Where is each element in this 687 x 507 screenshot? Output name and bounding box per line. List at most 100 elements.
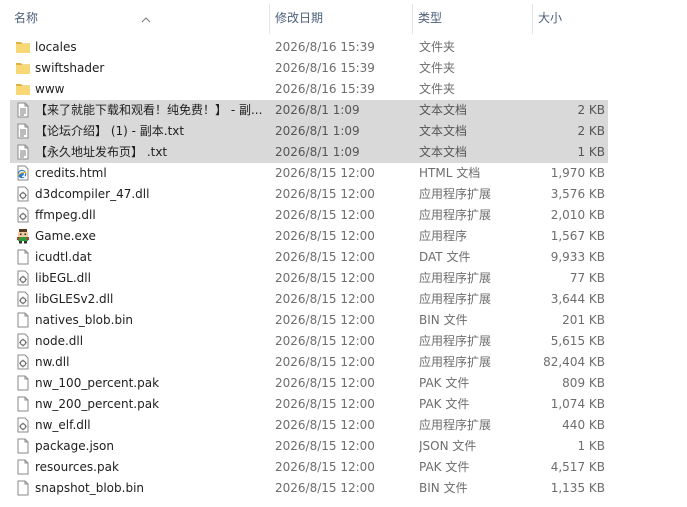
text-file-icon xyxy=(15,102,31,118)
file-date-modified: 2026/8/16 15:39 xyxy=(275,82,375,96)
file-row[interactable]: d3dcompiler_47.dll 2026/8/15 12:00 应用程序扩展 3… xyxy=(10,184,608,205)
file-name: libEGL.dll xyxy=(35,271,91,285)
game-exe-icon xyxy=(15,228,31,244)
file-name: nw.dll xyxy=(35,355,70,369)
file-row[interactable]: node.dll 2026/8/15 12:00 应用程序扩展 5,615 KB xyxy=(10,331,608,352)
file-row[interactable]: Game.exe 2026/8/15 12:00 应用程序 1,567 KB xyxy=(10,226,608,247)
file-name: 【来了就能下载和观看！纯免费！】 - 副... xyxy=(35,103,263,117)
file-name: nw_elf.dll xyxy=(35,418,91,432)
file-name: icudtl.dat xyxy=(35,250,92,264)
file-name: node.dll xyxy=(35,334,84,348)
blank-file-icon xyxy=(15,249,31,265)
file-date-modified: 2026/8/1 1:09 xyxy=(275,124,360,138)
file-row[interactable]: nw.dll 2026/8/15 12:00 应用程序扩展 82,404 KB xyxy=(10,352,608,373)
file-row[interactable]: 【论坛介绍】 (1) - 副本.txt 2026/8/1 1:09 文本文档 2 KB xyxy=(10,121,608,142)
file-size: 440 KB xyxy=(562,418,605,432)
file-name: package.json xyxy=(35,439,115,453)
file-size: 77 KB xyxy=(569,271,605,285)
dll-file-icon xyxy=(15,417,31,433)
file-date-modified: 2026/8/15 12:00 xyxy=(275,208,375,222)
file-name: Game.exe xyxy=(35,229,96,243)
file-date-modified: 2026/8/16 15:39 xyxy=(275,61,375,75)
folder-icon xyxy=(15,81,31,97)
file-date-modified: 2026/8/1 1:09 xyxy=(275,145,360,159)
file-row[interactable]: package.json 2026/8/15 12:00 JSON 文件 1 KB xyxy=(10,436,608,457)
file-size: 1,567 KB xyxy=(550,229,605,243)
file-name: www xyxy=(35,82,65,96)
file-size: 1,970 KB xyxy=(550,166,605,180)
dll-file-icon xyxy=(15,186,31,202)
file-date-modified: 2026/8/15 12:00 xyxy=(275,460,375,474)
file-name: credits.html xyxy=(35,166,107,180)
column-header-date[interactable]: 修改日期 xyxy=(269,0,412,34)
file-name: 【论坛介绍】 (1) - 副本.txt xyxy=(35,124,185,138)
file-row[interactable]: snapshot_blob.bin 2026/8/15 12:00 BIN 文件 1,… xyxy=(10,478,608,499)
column-header-type-label: 类型 xyxy=(418,11,443,25)
file-date-modified: 2026/8/15 12:00 xyxy=(275,187,375,201)
file-date-modified: 2026/8/15 12:00 xyxy=(275,376,375,390)
file-size: 5,615 KB xyxy=(550,334,605,348)
file-size: 4,517 KB xyxy=(550,460,605,474)
file-size: 2 KB xyxy=(577,124,605,138)
file-size: 9,933 KB xyxy=(550,250,605,264)
column-header-type[interactable]: 类型 xyxy=(412,0,532,34)
file-row[interactable]: libGLESv2.dll 2026/8/15 12:00 应用程序扩展 3,644 … xyxy=(10,289,608,310)
file-name: nw_100_percent.pak xyxy=(35,376,160,390)
file-name: 【永久地址发布页】 .txt xyxy=(35,145,168,159)
blank-file-icon xyxy=(15,480,31,496)
file-size: 809 KB xyxy=(562,376,605,390)
file-date-modified: 2026/8/15 12:00 xyxy=(275,292,375,306)
blank-file-icon xyxy=(15,438,31,454)
file-name: natives_blob.bin xyxy=(35,313,134,327)
file-size: 1,074 KB xyxy=(550,397,605,411)
column-header-date-label: 修改日期 xyxy=(275,11,324,25)
sort-ascending-icon xyxy=(141,2,151,23)
file-row[interactable]: resources.pak 2026/8/15 12:00 PAK 文件 4,517 … xyxy=(10,457,608,478)
column-header-size-label: 大小 xyxy=(538,11,563,25)
file-row[interactable]: nw_elf.dll 2026/8/15 12:00 应用程序扩展 440 KB xyxy=(10,415,608,436)
file-size: 2 KB xyxy=(577,103,605,117)
file-date-modified: 2026/8/15 12:00 xyxy=(275,334,375,348)
file-size: 1,135 KB xyxy=(550,481,605,495)
file-date-modified: 2026/8/15 12:00 xyxy=(275,418,375,432)
file-size: 82,404 KB xyxy=(543,355,605,369)
file-size: 3,644 KB xyxy=(550,292,605,306)
dll-file-icon xyxy=(15,354,31,370)
text-file-icon xyxy=(15,123,31,139)
blank-file-icon xyxy=(15,312,31,328)
file-row[interactable]: nw_100_percent.pak 2026/8/15 12:00 PAK 文件 8… xyxy=(10,373,608,394)
dll-file-icon xyxy=(15,270,31,286)
file-size: 2,010 KB xyxy=(550,208,605,222)
file-row[interactable]: icudtl.dat 2026/8/15 12:00 DAT 文件 9,933 KB xyxy=(10,247,608,268)
file-date-modified: 2026/8/15 12:00 xyxy=(275,439,375,453)
file-size xyxy=(510,79,605,100)
file-row[interactable]: locales 2026/8/16 15:39 文件夹 xyxy=(10,37,608,58)
file-row[interactable]: 【永久地址发布页】 .txt 2026/8/1 1:09 文本文档 1 KB xyxy=(10,142,608,163)
file-row[interactable]: 【来了就能下载和观看！纯免费！】 - 副... 2026/8/1 1:09 文本文档… xyxy=(10,100,608,121)
column-header-size[interactable]: 大小 xyxy=(532,0,612,34)
column-header-name[interactable]: 名称 xyxy=(8,0,268,34)
file-row[interactable]: credits.html 2026/8/15 12:00 HTML 文档 1,970 … xyxy=(10,163,608,184)
file-date-modified: 2026/8/16 15:39 xyxy=(275,40,375,54)
file-name: snapshot_blob.bin xyxy=(35,481,145,495)
empty-right-area xyxy=(612,0,687,507)
file-date-modified: 2026/8/15 12:00 xyxy=(275,229,375,243)
file-date-modified: 2026/8/15 12:00 xyxy=(275,481,375,495)
file-row[interactable]: libEGL.dll 2026/8/15 12:00 应用程序扩展 77 KB xyxy=(10,268,608,289)
file-date-modified: 2026/8/1 1:09 xyxy=(275,103,360,117)
html-file-icon xyxy=(15,165,31,181)
file-size: 201 KB xyxy=(562,313,605,327)
folder-icon xyxy=(15,39,31,55)
file-name: locales xyxy=(35,40,77,54)
dll-file-icon xyxy=(15,207,31,223)
text-file-icon xyxy=(15,144,31,160)
file-row[interactable]: www 2026/8/16 15:39 文件夹 xyxy=(10,79,608,100)
column-header-bar: 名称 修改日期 类型 大小 xyxy=(0,0,612,34)
column-header-name-label: 名称 xyxy=(14,11,39,25)
file-row[interactable]: swiftshader 2026/8/16 15:39 文件夹 xyxy=(10,58,608,79)
file-row[interactable]: nw_200_percent.pak 2026/8/15 12:00 PAK 文件 1… xyxy=(10,394,608,415)
file-row[interactable]: ffmpeg.dll 2026/8/15 12:00 应用程序扩展 2,010 KB xyxy=(10,205,608,226)
file-row[interactable]: natives_blob.bin 2026/8/15 12:00 BIN 文件 201… xyxy=(10,310,608,331)
folder-icon xyxy=(15,60,31,76)
file-date-modified: 2026/8/15 12:00 xyxy=(275,271,375,285)
